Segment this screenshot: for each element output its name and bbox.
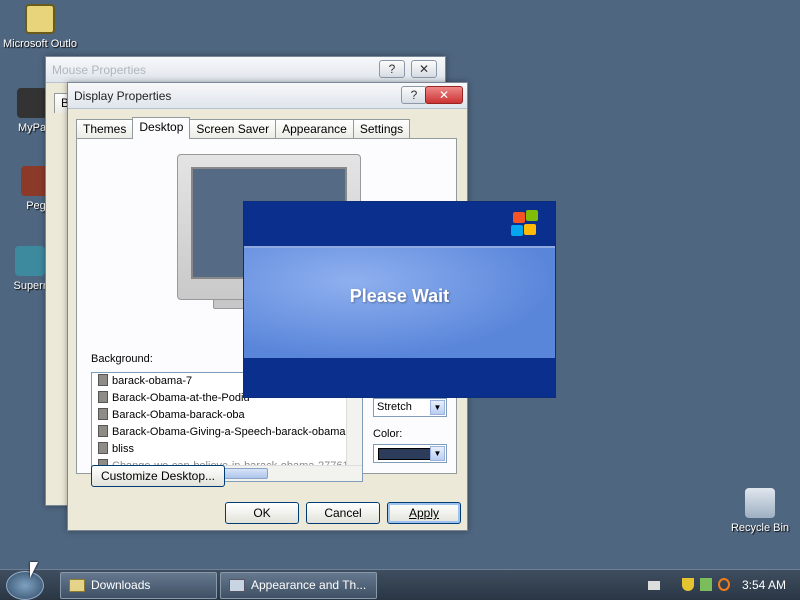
tab-desktop[interactable]: Desktop — [132, 117, 191, 139]
desktop-icon-label: Recycle Bin — [730, 522, 790, 534]
desktop-icon-recycle-bin[interactable]: Recycle Bin — [720, 488, 800, 534]
taskbar: Downloads Appearance and Th... 3:54 AM — [0, 569, 800, 600]
ok-button[interactable]: OK — [225, 502, 299, 524]
tab-themes[interactable]: Themes — [76, 119, 134, 139]
windows-logo-icon — [511, 210, 541, 238]
help-button[interactable]: ? — [401, 86, 427, 104]
clock[interactable]: 3:54 AM — [742, 578, 786, 592]
customize-desktop-button[interactable]: Customize Desktop... — [91, 465, 225, 487]
tab-settings[interactable]: Settings — [352, 119, 411, 139]
image-file-icon — [98, 442, 108, 454]
image-file-icon — [98, 391, 108, 403]
list-item[interactable]: bliss — [92, 441, 362, 458]
list-item[interactable]: Barack-Obama-barack-oba — [92, 407, 362, 424]
tab-strip: Themes Desktop Screen Saver Appearance S… — [76, 117, 411, 139]
control-panel-icon — [229, 579, 245, 592]
please-wait-message: Please Wait — [349, 286, 450, 306]
help-button[interactable]: ? — [379, 60, 405, 78]
please-wait-dialog: Please Wait — [243, 201, 556, 398]
tab-screen-saver[interactable]: Screen Saver — [189, 119, 277, 139]
color-picker[interactable]: ▼ — [373, 444, 447, 463]
image-file-icon — [98, 408, 108, 420]
system-tray: 3:54 AM — [640, 570, 800, 600]
close-button[interactable]: ✕ — [411, 60, 437, 78]
keyboard-icon[interactable] — [648, 581, 660, 590]
display-titlebar[interactable]: Display Properties ? ✕ — [68, 83, 467, 109]
tab-appearance[interactable]: Appearance — [275, 119, 354, 139]
network-icon[interactable] — [700, 578, 712, 591]
position-value: Stretch — [377, 401, 412, 413]
recycle-bin-icon — [745, 488, 775, 518]
search-icon[interactable] — [718, 578, 730, 591]
image-file-icon — [98, 374, 108, 386]
desktop-icon-label: Microsoft Outlo — [3, 38, 77, 50]
folder-icon — [69, 579, 85, 592]
position-select[interactable]: Stretch ▼ — [373, 398, 447, 417]
outlook-icon — [25, 4, 55, 34]
mouse-cursor-icon — [30, 562, 38, 578]
super-icon — [15, 246, 45, 276]
color-label: Color: — [373, 428, 403, 440]
splash-footer — [244, 358, 555, 397]
window-title: Display Properties — [74, 89, 172, 103]
desktop-icon-outlook[interactable]: Microsoft Outlo — [0, 4, 80, 50]
list-item[interactable]: Barack-Obama-Giving-a-Speech-barack-obam… — [92, 424, 362, 441]
taskbar-item-label: Appearance and Th... — [251, 578, 367, 592]
taskbar-item-appearance[interactable]: Appearance and Th... — [220, 572, 377, 599]
background-label: Background: — [91, 353, 153, 365]
start-button[interactable] — [6, 571, 44, 600]
taskbar-item-label: Downloads — [91, 578, 151, 592]
splash-body: Please Wait — [244, 246, 555, 358]
mouse-titlebar[interactable]: Mouse Properties ? ✕ — [46, 57, 445, 83]
chevron-down-icon: ▼ — [430, 446, 445, 461]
cancel-button[interactable]: Cancel — [306, 502, 380, 524]
shield-icon[interactable] — [682, 578, 694, 591]
window-title: Mouse Properties — [52, 63, 147, 77]
apply-button[interactable]: Apply — [387, 502, 461, 524]
chevron-down-icon: ▼ — [430, 400, 445, 415]
taskbar-item-downloads[interactable]: Downloads — [60, 572, 217, 599]
color-swatch — [378, 448, 434, 460]
close-button[interactable]: ✕ — [425, 86, 463, 104]
image-file-icon — [98, 425, 108, 437]
mypa-icon — [17, 88, 47, 118]
splash-header — [244, 202, 555, 246]
